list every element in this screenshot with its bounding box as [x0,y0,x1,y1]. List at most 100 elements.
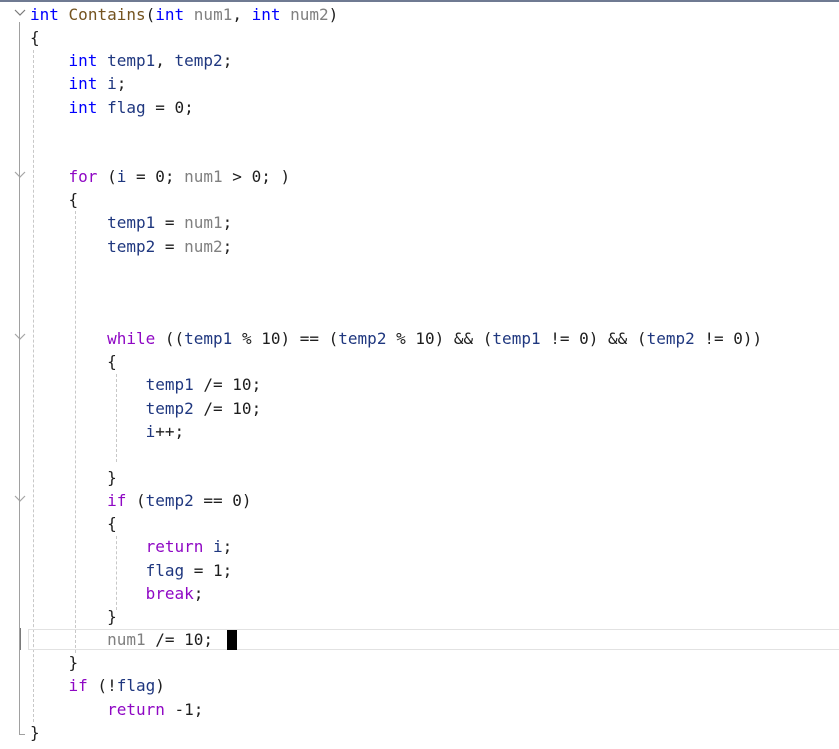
code-token: num1 [107,630,146,650]
code-token: ; [222,537,233,557]
code-token: i [107,74,117,94]
code-token: ) [155,676,165,696]
code-line[interactable]: { [30,26,40,49]
code-line[interactable]: temp2 /= 10; [30,397,262,420]
code-token: temp2 [338,329,387,349]
outline-bar-end [19,734,25,735]
code-token: { [30,352,117,372]
code-token: ; [222,236,233,256]
code-token: temp1 [107,213,156,233]
code-token: = [155,236,185,256]
code-token: temp2 [145,491,194,511]
code-token: /= 10; [145,630,214,650]
code-token: temp2 [145,398,194,418]
code-token: = 0; [126,167,185,187]
code-token: num2 [184,236,223,256]
code-line[interactable]: { [30,188,79,211]
code-line[interactable]: int temp1, temp2; [30,49,233,72]
code-token: = 1; [184,560,233,580]
outline-bar-active [20,628,21,650]
code-token: = 0; [145,97,194,117]
code-token: temp1 [107,51,156,71]
code-token: temp2 [107,236,156,256]
code-line[interactable]: if (!flag) [30,674,165,697]
code-token: % 10) == ( [232,329,339,349]
code-token: break [145,583,194,603]
code-line[interactable]: num1 /= 10; [30,628,213,651]
collapse-chevron-icon[interactable] [14,171,26,179]
code-token: temp1 [184,329,233,349]
code-token: num1 [193,5,233,24]
code-token: i [116,167,127,187]
code-token: { [30,28,40,48]
code-line[interactable]: int Contains(int num1, int num2) [30,3,338,26]
code-editor[interactable]: int Contains(int num1, int num2){ int te… [0,2,839,749]
code-token: if [68,676,88,696]
code-token: int [68,74,98,94]
code-token: temp1 [492,329,541,349]
code-token: if [107,491,127,511]
code-token: temp2 [174,51,223,71]
code-line[interactable]: return -1; [30,698,203,721]
code-token: = [155,213,185,233]
code-line[interactable]: int flag = 0; [30,96,194,119]
code-token: } [30,606,117,626]
code-token: ) [328,5,339,24]
code-token: } [30,653,79,673]
code-line[interactable]: { [30,350,117,373]
code-token: ; [193,583,204,603]
code-token: int [68,97,98,117]
code-token: , [155,51,175,71]
code-line[interactable]: temp1 = num1; [30,211,232,234]
code-line[interactable]: } [30,651,79,674]
code-line[interactable]: { [30,512,117,535]
code-token: Contains [68,5,146,24]
code-line[interactable]: break; [30,582,204,605]
collapse-chevron-icon[interactable] [14,9,26,17]
code-token: int [68,51,98,71]
code-token: temp1 [145,375,194,395]
code-token: return [145,537,204,557]
code-token: int [30,5,59,24]
code-line[interactable]: while ((temp1 % 10) == (temp2 % 10) && (… [30,327,762,350]
code-token: ; [222,51,233,71]
code-token: { [30,514,117,534]
code-token: num2 [290,5,329,24]
code-line[interactable]: return i; [30,535,233,558]
code-token: ( [97,167,117,187]
code-line[interactable]: } [30,721,40,744]
collapse-chevron-icon[interactable] [14,495,26,503]
code-line[interactable]: i++; [30,420,185,443]
collapse-chevron-icon[interactable] [14,333,26,341]
code-line[interactable]: flag = 1; [30,559,233,582]
code-token: ++; [155,421,185,441]
code-line[interactable]: } [30,466,117,489]
code-line[interactable]: temp1 /= 10; [30,373,262,396]
code-token: , [232,5,252,24]
code-line[interactable]: int i; [30,72,127,95]
code-line[interactable]: if (temp2 == 0) [30,489,252,512]
code-token: flag [107,97,146,117]
code-line[interactable]: for (i = 0; num1 > 0; ) [30,165,291,188]
code-token: -1; [164,699,204,719]
code-token: ; [222,213,233,233]
code-token: ( [126,491,146,511]
code-line[interactable]: temp2 = num2; [30,235,232,258]
code-line[interactable]: } [30,605,117,628]
code-token: == 0) [193,491,252,511]
code-token: flag [145,560,185,580]
